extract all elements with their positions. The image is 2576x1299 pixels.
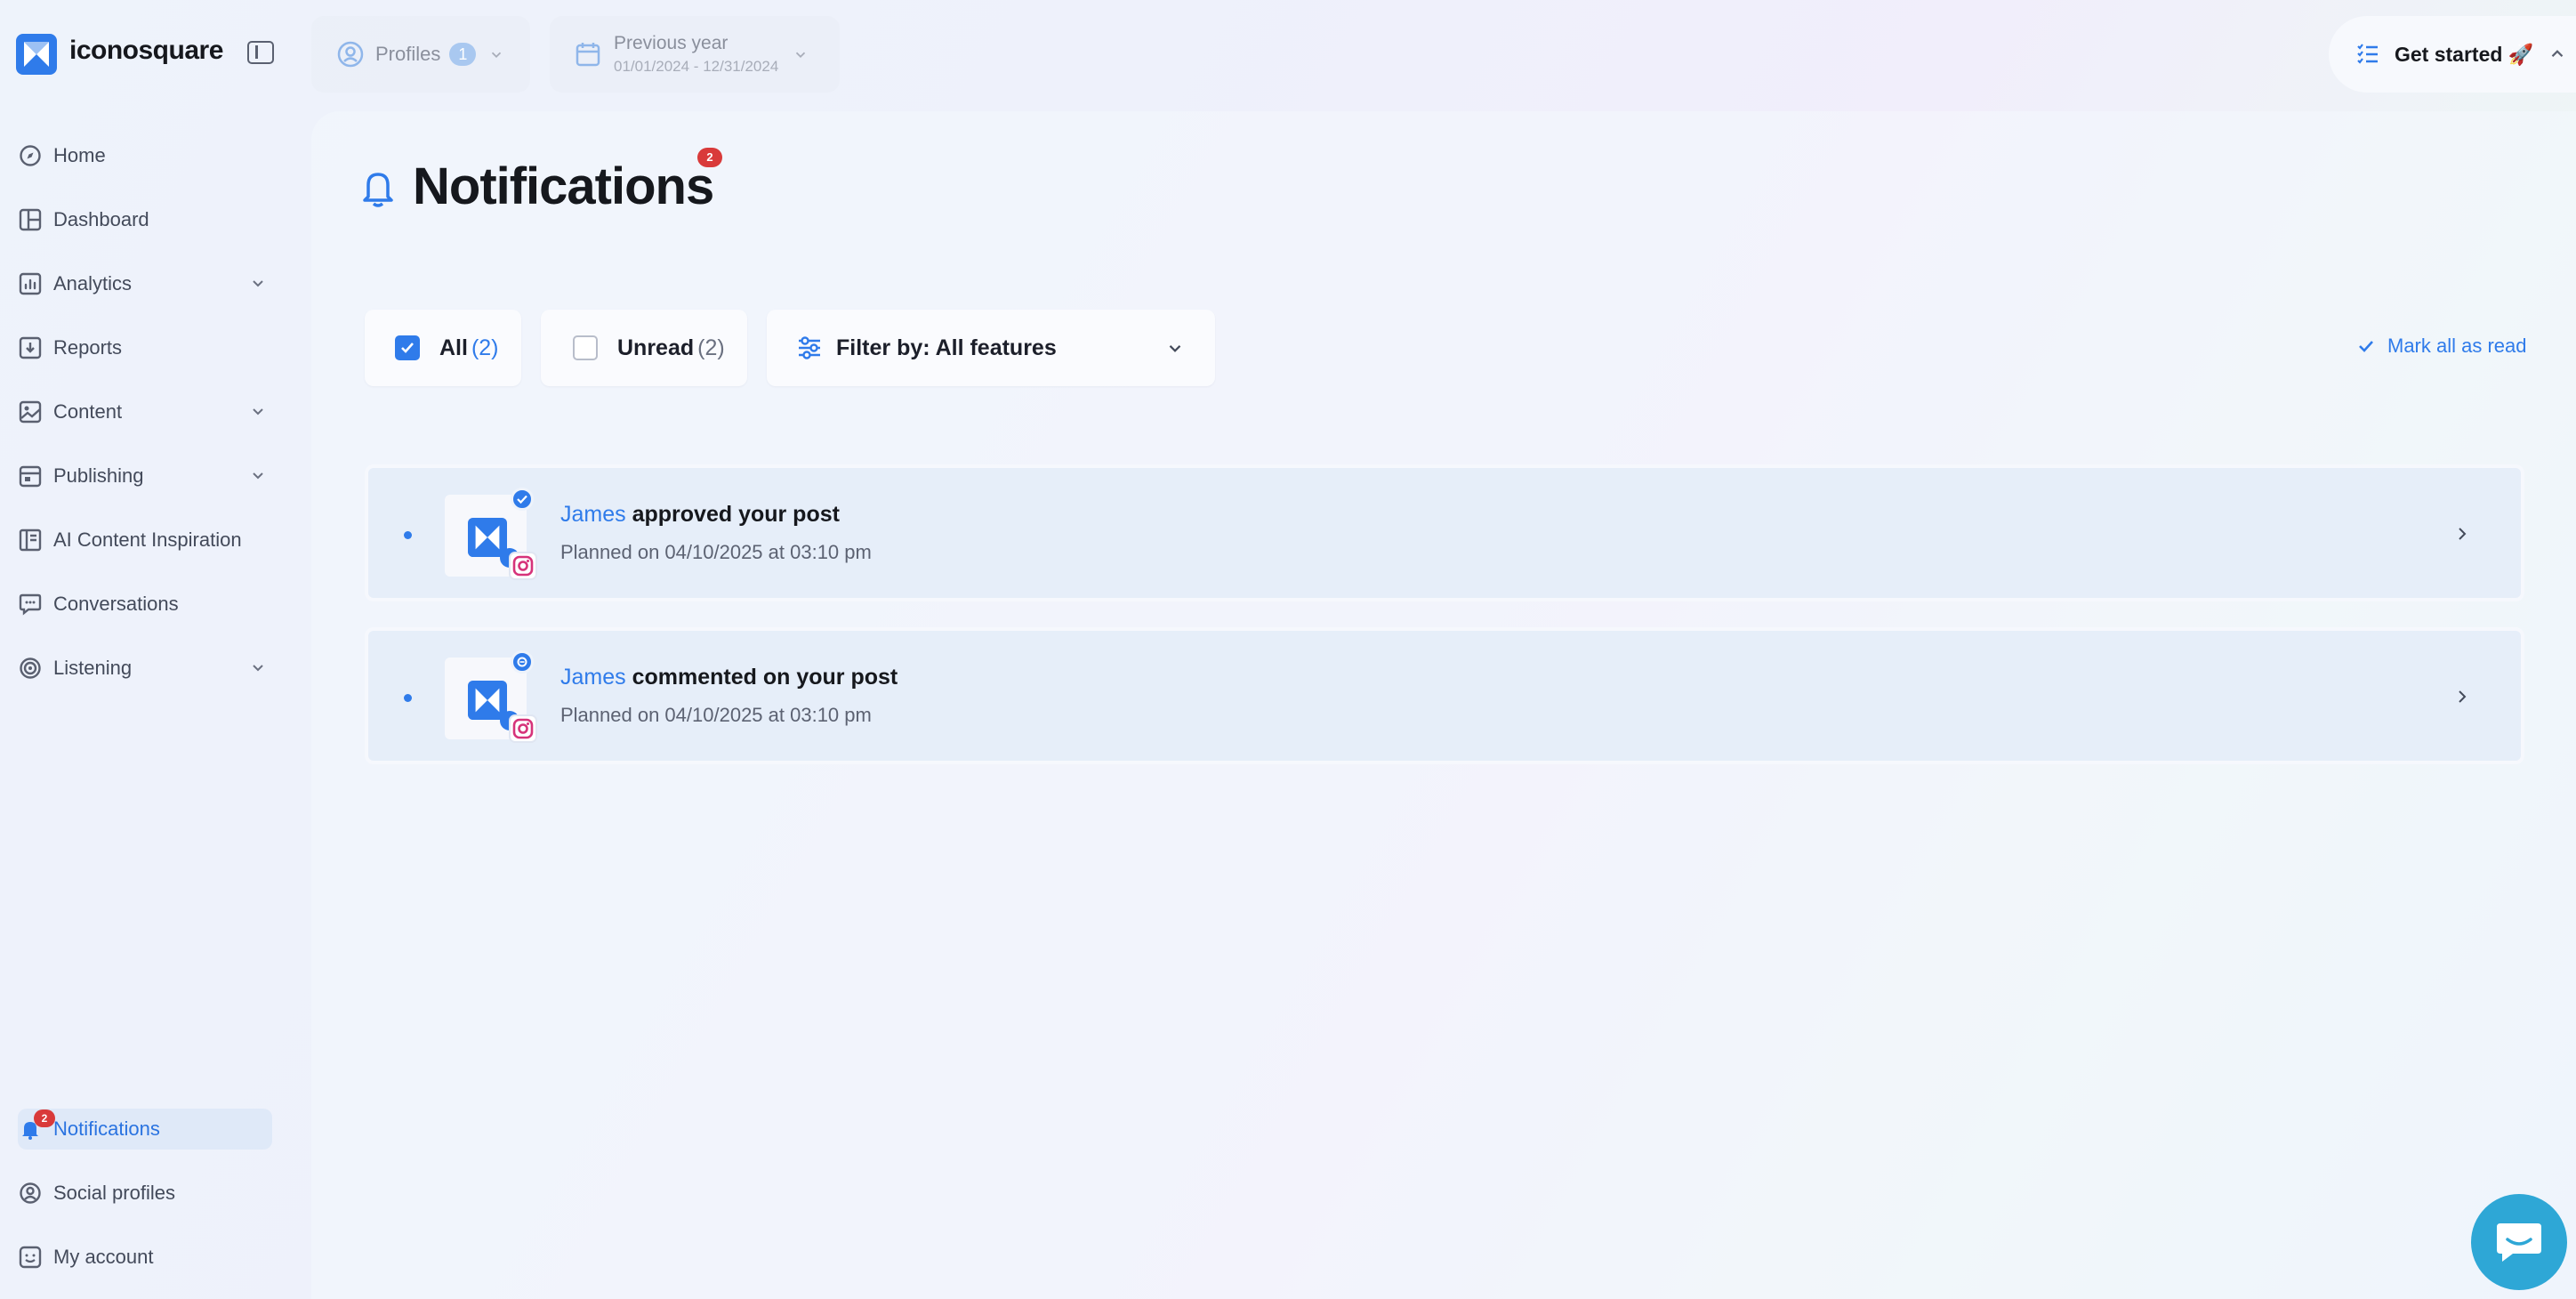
profiles-selector[interactable]: Profiles 1 bbox=[311, 16, 530, 93]
sidebar-item-publishing[interactable]: Publishing bbox=[18, 456, 276, 496]
filter-by-features-dropdown[interactable]: Filter by: All features bbox=[767, 310, 1215, 386]
sidebar-item-content[interactable]: Content bbox=[18, 391, 276, 432]
image-icon bbox=[18, 399, 43, 424]
date-range-selector[interactable]: Previous year 01/01/2024 - 12/31/2024 bbox=[550, 16, 840, 93]
filter-all-label: All bbox=[439, 335, 468, 360]
instagram-icon bbox=[509, 714, 537, 743]
check-icon bbox=[2357, 337, 2375, 355]
chevron-down-icon bbox=[793, 46, 809, 62]
filter-unread-count: (2) bbox=[697, 335, 725, 360]
filter-all-count: (2) bbox=[471, 335, 499, 360]
sidebar-item-label: AI Content Inspiration bbox=[53, 528, 242, 551]
mark-all-as-read-label: Mark all as read bbox=[2387, 335, 2527, 357]
notification-title: James commented on your post bbox=[560, 665, 898, 690]
user-circle-icon bbox=[18, 1181, 43, 1206]
sidebar-item-label: Notifications bbox=[53, 1117, 160, 1140]
notification-count-badge: 2 bbox=[34, 1109, 55, 1127]
calendar-icon bbox=[575, 41, 601, 68]
unread-dot bbox=[404, 531, 412, 539]
compass-icon bbox=[18, 143, 43, 168]
sidebar-item-label: Analytics bbox=[53, 272, 133, 294]
unread-dot bbox=[404, 694, 412, 702]
app-name: iconosquare bbox=[69, 36, 223, 65]
filter-unread-label: Unread bbox=[617, 335, 695, 360]
notification-item[interactable]: James approved your post Planned on 04/1… bbox=[365, 464, 2524, 601]
notification-detail: Planned on 04/10/2025 at 03:10 pm bbox=[560, 541, 872, 563]
sidebar-item-my-account[interactable]: My account bbox=[18, 1237, 276, 1278]
checkbox-checked-icon[interactable] bbox=[395, 335, 420, 360]
bell-icon bbox=[361, 169, 395, 213]
actor-name[interactable]: James bbox=[560, 502, 626, 527]
notification-action: commented on your post bbox=[632, 665, 898, 690]
sidebar-toggle-icon[interactable] bbox=[247, 41, 274, 64]
sidebar-item-label: My account bbox=[53, 1246, 154, 1268]
chart-icon bbox=[18, 271, 43, 296]
sidebar-item-ai-content-inspiration[interactable]: AI Content Inspiration bbox=[18, 520, 276, 561]
user-circle-icon bbox=[336, 40, 365, 69]
sidebar-item-label: Dashboard bbox=[53, 208, 149, 230]
bell-icon: 2 bbox=[18, 1109, 55, 1142]
sidebar-item-label: Reports bbox=[53, 336, 123, 359]
period-label: Previous year bbox=[614, 33, 729, 53]
sidebar-item-label: Listening bbox=[53, 657, 133, 679]
sidebar-item-label: Content bbox=[53, 400, 123, 423]
notification-action: approved your post bbox=[632, 502, 840, 527]
mark-all-as-read-button[interactable]: Mark all as read bbox=[2357, 335, 2527, 358]
chevron-down-icon[interactable] bbox=[249, 274, 267, 297]
page-title: Notifications bbox=[413, 157, 714, 215]
sidebar-item-notifications[interactable]: 2 Notifications bbox=[18, 1109, 272, 1150]
chevron-right-icon[interactable] bbox=[2453, 688, 2471, 710]
actor-name[interactable]: James bbox=[560, 665, 626, 690]
notification-item[interactable]: James commented on your post Planned on … bbox=[365, 627, 2524, 764]
chevron-down-icon bbox=[488, 46, 504, 62]
sidebar-item-home[interactable]: Home bbox=[18, 135, 276, 176]
notification-title: James approved your post bbox=[560, 502, 840, 528]
sidebar-item-social-profiles[interactable]: Social profiles bbox=[18, 1173, 276, 1214]
sidebar-item-label: Social profiles bbox=[53, 1182, 175, 1204]
checkbox-unchecked-icon[interactable] bbox=[573, 335, 598, 360]
sidebar-item-analytics[interactable]: Analytics bbox=[18, 263, 276, 304]
sidebar-item-listening[interactable]: Listening bbox=[18, 648, 276, 689]
chevron-up-icon bbox=[2548, 44, 2567, 64]
check-icon bbox=[511, 488, 534, 511]
chevron-right-icon[interactable] bbox=[2453, 525, 2471, 547]
sidebar-item-conversations[interactable]: Conversations bbox=[18, 584, 276, 625]
sidebar-item-label: Conversations bbox=[53, 593, 179, 615]
checklist-icon bbox=[2355, 42, 2380, 67]
chat-bubble-icon bbox=[18, 592, 43, 617]
smile-icon bbox=[18, 1245, 43, 1270]
notification-count-badge: 2 bbox=[697, 148, 722, 167]
sidebar-item-dashboard[interactable]: Dashboard bbox=[18, 199, 276, 240]
period-range: 01/01/2024 - 12/31/2024 bbox=[614, 58, 779, 75]
chevron-down-icon[interactable] bbox=[249, 402, 267, 425]
sidebar-item-label: Home bbox=[53, 144, 106, 166]
profiles-label: Profiles bbox=[375, 43, 441, 65]
filter-by-label: Filter by: All features bbox=[836, 335, 1057, 360]
calendar-icon bbox=[18, 464, 43, 488]
sidebar-item-reports[interactable]: Reports bbox=[18, 327, 276, 368]
chevron-down-icon[interactable] bbox=[249, 466, 267, 489]
iconosquare-logo-icon[interactable] bbox=[16, 34, 57, 75]
filter-unread-button[interactable]: Unread (2) bbox=[541, 310, 747, 386]
dashboard-icon bbox=[18, 207, 43, 232]
radar-icon bbox=[18, 656, 43, 681]
instagram-icon bbox=[509, 552, 537, 580]
sliders-icon bbox=[797, 336, 822, 359]
sidebar-item-label: Publishing bbox=[53, 464, 144, 487]
chevron-down-icon[interactable] bbox=[249, 658, 267, 682]
chat-widget-button[interactable] bbox=[2471, 1194, 2567, 1290]
profiles-count-badge: 1 bbox=[449, 43, 477, 66]
get-started-label: Get started 🚀 bbox=[2395, 42, 2534, 66]
chat-bubble-icon bbox=[2495, 1220, 2543, 1264]
notification-detail: Planned on 04/10/2025 at 03:10 pm bbox=[560, 704, 872, 726]
filter-all-button[interactable]: All (2) bbox=[365, 310, 521, 386]
get-started-button[interactable]: Get started 🚀 bbox=[2329, 16, 2576, 93]
comment-icon bbox=[511, 650, 534, 674]
chevron-down-icon bbox=[1165, 338, 1185, 358]
book-icon bbox=[18, 528, 43, 553]
download-icon bbox=[18, 335, 43, 360]
